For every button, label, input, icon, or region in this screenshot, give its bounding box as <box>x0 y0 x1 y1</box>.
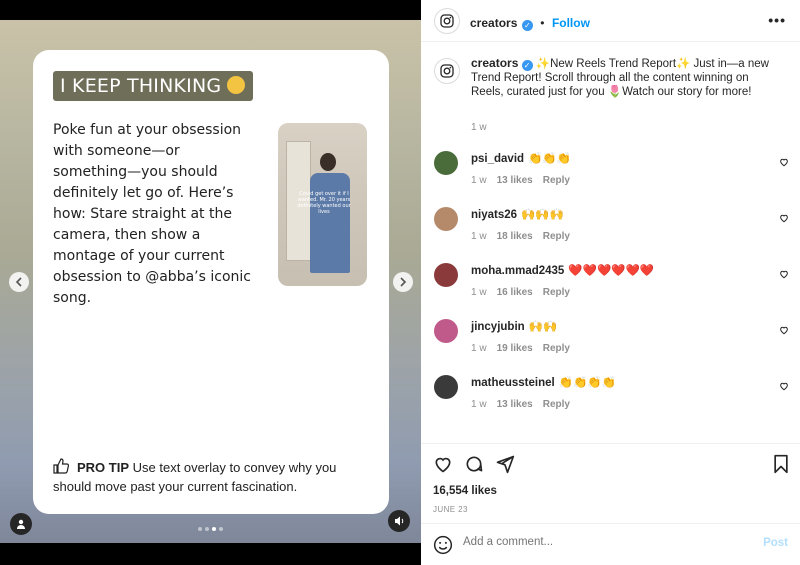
instagram-logo-icon <box>440 64 454 78</box>
comment-time[interactable]: 1 w <box>471 343 487 354</box>
more-horizontal-icon: ••• <box>768 12 786 28</box>
reply-button[interactable]: Reply <box>543 175 570 186</box>
comment-row: jincyjubin 🙌🙌 1 w 19 likes Reply <box>434 319 789 369</box>
comment-likes[interactable]: 19 likes <box>497 343 533 354</box>
pro-tip: PRO TIP Use text overlay to convey why y… <box>53 458 373 496</box>
comment-username[interactable]: niyats26 <box>471 209 517 221</box>
comment-time[interactable]: 1 w <box>471 287 487 298</box>
follow-button[interactable]: Follow <box>552 16 590 30</box>
comment-likes[interactable]: 18 likes <box>497 231 533 242</box>
header-username[interactable]: creators <box>470 16 517 30</box>
comment-like-icon[interactable] <box>779 269 789 279</box>
carousel-dot <box>219 527 223 531</box>
post-date[interactable]: JUNE 23 <box>433 505 468 514</box>
comment-like-icon[interactable] <box>779 325 789 335</box>
comment-text: 👏👏👏 <box>528 153 572 165</box>
reply-button[interactable]: Reply <box>543 399 570 410</box>
carousel-dot <box>205 527 209 531</box>
comment-likes[interactable]: 13 likes <box>497 175 533 186</box>
comment-like-icon[interactable] <box>779 213 789 223</box>
commenter-avatar[interactable] <box>434 263 458 287</box>
comment-input[interactable] <box>463 536 723 548</box>
comment-username[interactable]: matheussteinel <box>471 377 555 389</box>
comment-row: matheussteinel 👏👏👏👏 1 w 13 likes Reply <box>434 375 789 425</box>
user-icon <box>17 519 25 529</box>
comment-row: psi_david 👏👏👏 1 w 13 likes Reply <box>434 151 789 201</box>
story-tag: I KEEP THINKING <box>53 71 254 101</box>
tagged-users-button[interactable] <box>10 513 32 535</box>
caption-username[interactable]: creators <box>471 56 518 70</box>
post-header: creators ✓ • Follow ••• <box>421 0 800 42</box>
comment-username[interactable]: jincyjubin <box>471 321 525 333</box>
comment-text: 🙌🙌 <box>528 321 558 333</box>
reply-button[interactable]: Reply <box>543 287 570 298</box>
add-comment-bar: Post <box>421 523 800 565</box>
shushing-face-icon <box>227 76 246 94</box>
post-actions: 16,554 likes JUNE 23 <box>421 443 800 523</box>
speaker-icon <box>394 516 403 526</box>
post-comment-button[interactable]: Post <box>763 537 788 549</box>
previous-button[interactable] <box>9 272 29 292</box>
verified-badge-icon: ✓ <box>521 20 533 31</box>
comment-time[interactable]: 1 w <box>471 231 487 242</box>
commenter-avatar[interactable] <box>434 151 458 175</box>
comment-time[interactable]: 1 w <box>471 175 487 186</box>
creators-avatar[interactable] <box>434 8 460 34</box>
next-button[interactable] <box>393 272 413 292</box>
likes-count[interactable]: 16,554 likes <box>433 485 497 497</box>
comment-icon[interactable] <box>464 454 484 474</box>
thumbnail-caption: Could get over it if I wanted. Mr. 20 ye… <box>297 191 351 215</box>
comment-like-icon[interactable] <box>779 157 789 167</box>
bookmark-icon[interactable] <box>771 454 791 474</box>
instagram-logo-icon <box>440 14 454 28</box>
pro-tip-label: PRO TIP <box>77 460 130 475</box>
reply-button[interactable]: Reply <box>543 231 570 242</box>
media-viewer: I KEEP THINKING Poke fun at your obsessi… <box>0 0 421 565</box>
comment-text: 👏👏👏👏 <box>558 377 617 389</box>
carousel-dot-active <box>212 527 216 531</box>
comment-like-icon[interactable] <box>779 381 789 391</box>
caption-time[interactable]: 1 w <box>471 122 487 133</box>
comment-text: 🙌🙌🙌 <box>521 209 564 221</box>
heart-icon[interactable] <box>433 454 453 474</box>
story-tag-text: I KEEP THINKING <box>60 75 222 97</box>
post-panel: creators ✓ • Follow ••• creators ✓ ✨New … <box>421 0 800 565</box>
comment-likes[interactable]: 16 likes <box>497 287 533 298</box>
comment-username[interactable]: psi_david <box>471 153 524 165</box>
carousel-dots <box>198 527 223 531</box>
comment-username[interactable]: moha.mmad2435 <box>471 265 564 277</box>
emoji-icon[interactable] <box>433 535 453 555</box>
story-body-text: Poke fun at your obsession with someone—… <box>53 122 251 306</box>
comment-time[interactable]: 1 w <box>471 399 487 410</box>
thumbs-up-icon <box>53 458 69 474</box>
commenter-avatar[interactable] <box>434 375 458 399</box>
share-icon[interactable] <box>495 454 515 474</box>
story-card: I KEEP THINKING Poke fun at your obsessi… <box>33 50 389 514</box>
more-options-button[interactable]: ••• <box>768 12 786 28</box>
header-separator: • <box>540 16 545 30</box>
audio-toggle-button[interactable] <box>388 510 410 532</box>
chevron-right-icon <box>400 277 407 287</box>
commenter-avatar[interactable] <box>434 319 458 343</box>
story-video-thumbnail: Could get over it if I wanted. Mr. 20 ye… <box>278 123 367 286</box>
reply-button[interactable]: Reply <box>543 343 570 354</box>
comment-likes[interactable]: 13 likes <box>497 399 533 410</box>
comment-row: niyats26 🙌🙌🙌 1 w 18 likes Reply <box>434 207 789 257</box>
verified-badge-icon: ✓ <box>521 60 533 71</box>
chevron-left-icon <box>15 277 22 287</box>
comment-row: moha.mmad2435 ❤️❤️❤️❤️❤️❤️ 1 w 16 likes Repl… <box>434 263 789 313</box>
commenter-avatar[interactable] <box>434 207 458 231</box>
carousel-dot <box>198 527 202 531</box>
caption-avatar[interactable] <box>434 58 460 84</box>
comment-text: ❤️❤️❤️❤️❤️❤️ <box>568 265 655 277</box>
